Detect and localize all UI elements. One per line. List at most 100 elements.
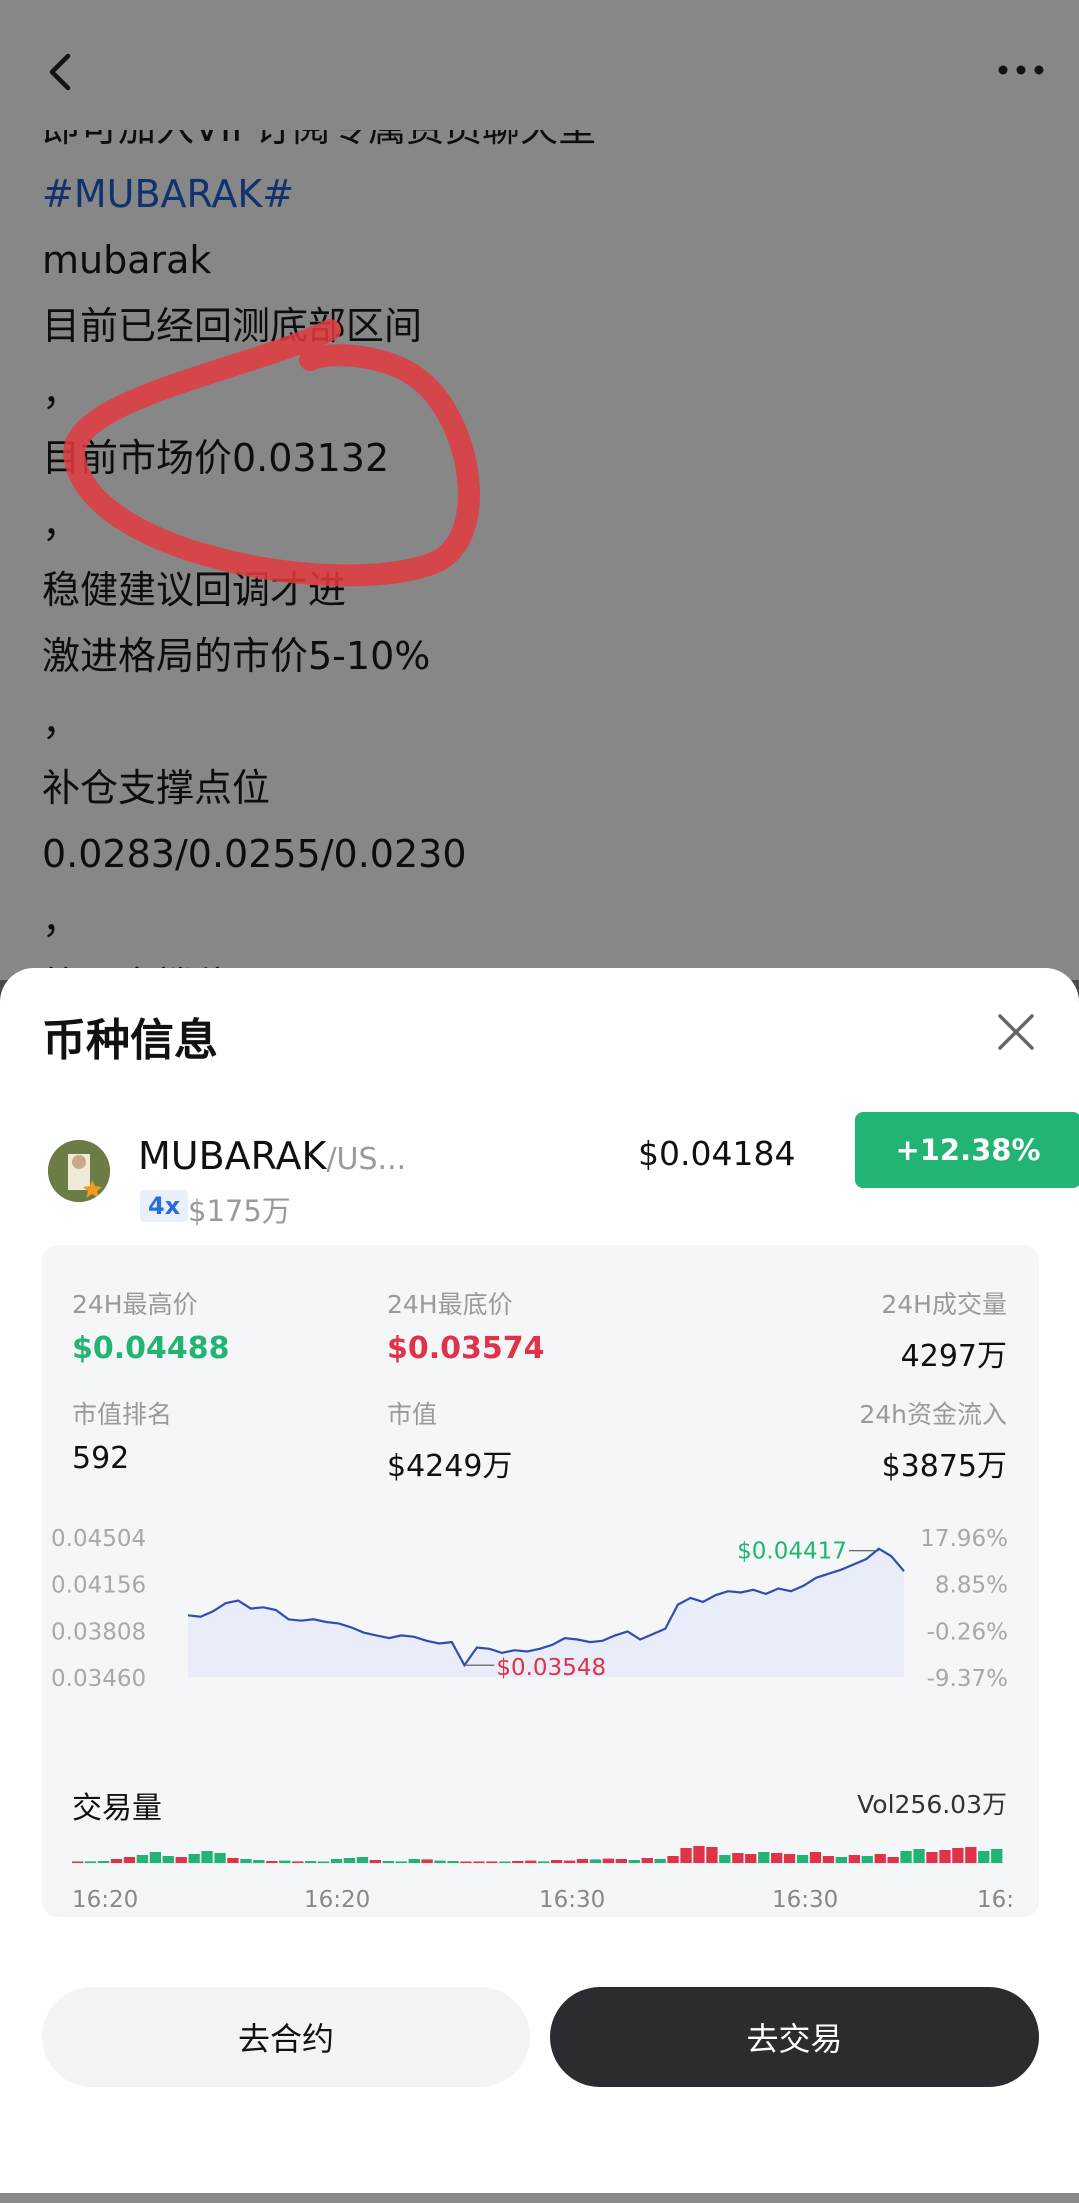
volume-bar	[887, 1857, 899, 1863]
coin-logo-icon	[48, 1140, 110, 1202]
x-tick-label: 16:	[977, 1887, 1014, 1913]
volume-bar	[848, 1855, 860, 1863]
volume-bar	[732, 1853, 744, 1863]
volume-bar	[201, 1851, 213, 1863]
stat-24h-high: 24H最高价 $0.04488	[72, 1290, 230, 1366]
volume-bar	[654, 1859, 666, 1863]
volume-bar	[408, 1859, 420, 1863]
volume-bar	[771, 1853, 783, 1863]
stat-24h-inflow: 24h资金流入 $3875万	[859, 1400, 1007, 1484]
volume-bar	[136, 1855, 148, 1863]
volume-bar	[745, 1854, 757, 1863]
volume-bar	[188, 1854, 200, 1863]
volume-bar	[550, 1860, 563, 1863]
x-tick-label: 16:20	[72, 1887, 138, 1913]
max-price-label: $0.04417	[737, 1539, 847, 1565]
volume-bar	[939, 1850, 951, 1863]
volume-bar	[123, 1857, 136, 1863]
volume-bar	[84, 1861, 97, 1863]
volume-bar	[822, 1856, 835, 1863]
volume-bar	[486, 1861, 498, 1863]
volume-bar	[926, 1852, 938, 1863]
volume-bar	[434, 1860, 446, 1863]
volume-bar	[356, 1857, 369, 1863]
volume-bar	[913, 1849, 925, 1863]
coin-avatar	[48, 1140, 110, 1202]
volume-bar	[512, 1861, 524, 1863]
volume-bar	[641, 1858, 653, 1863]
stat-24h-volume: 24H成交量 4297万	[881, 1290, 1007, 1374]
volume-bar	[292, 1861, 304, 1863]
sheet-title: 币种信息	[42, 1015, 218, 1066]
volume-bar	[783, 1854, 796, 1863]
volume-bar	[758, 1852, 770, 1863]
min-price-label: $0.03548	[496, 1655, 606, 1681]
volume-bar	[667, 1856, 679, 1863]
y-tick-label-right: -0.26%	[927, 1619, 1008, 1645]
y-tick-label-right: -9.37%	[927, 1666, 1008, 1692]
volume-bar	[240, 1859, 252, 1863]
leverage-badge: 4x	[140, 1190, 189, 1222]
y-tick-label: 0.03808	[51, 1619, 146, 1645]
volume-bar	[72, 1861, 84, 1863]
volume-bar	[266, 1861, 278, 1863]
volume-bar	[343, 1858, 356, 1863]
coin-info-sheet: 币种信息 MUBARAK/US... 4x $175万 $0.04184 +12…	[0, 968, 1079, 2193]
y-tick-label-right: 17.96%	[920, 1526, 1008, 1552]
coin-price: $0.04184	[638, 1134, 796, 1173]
volume-bar	[162, 1856, 174, 1863]
stat-24h-low: 24H最底价 $0.03574	[387, 1290, 545, 1366]
go-contract-button[interactable]: 去合约	[42, 1987, 530, 2087]
volume-bar	[861, 1856, 873, 1863]
volume-bar	[473, 1861, 485, 1863]
volume-bar	[874, 1854, 886, 1863]
price-change-badge: +12.38%	[855, 1112, 1079, 1188]
market-cap-small: $175万	[188, 1194, 291, 1228]
volume-bar	[693, 1846, 705, 1863]
x-tick-label: 16:30	[539, 1887, 605, 1913]
volume-bar	[149, 1852, 161, 1863]
close-icon[interactable]	[994, 1010, 1038, 1054]
volume-bar	[706, 1847, 718, 1863]
volume-bar	[589, 1859, 602, 1863]
x-tick-label: 16:30	[772, 1887, 838, 1913]
volume-bar	[900, 1851, 912, 1863]
volume-bar	[227, 1858, 239, 1863]
volume-bar	[214, 1853, 226, 1863]
go-trade-button[interactable]: 去交易	[550, 1987, 1039, 2087]
volume-bar	[952, 1848, 964, 1863]
volume-bar	[305, 1861, 317, 1863]
volume-bar	[719, 1855, 731, 1863]
coin-name: MUBARAK/US...	[138, 1134, 407, 1178]
stat-market-rank: 市值排名 592	[72, 1400, 173, 1476]
volume-bar	[421, 1859, 433, 1863]
volume-bar	[382, 1861, 394, 1863]
volume-bar	[576, 1859, 589, 1863]
y-tick-label: 0.04156	[51, 1573, 146, 1599]
volume-bar	[563, 1860, 576, 1863]
volume-total: Vol256.03万	[857, 1790, 1007, 1819]
volume-bar	[978, 1851, 990, 1863]
bottom-strip	[0, 2193, 1079, 2203]
volume-bar	[525, 1860, 537, 1863]
volume-bar	[809, 1852, 822, 1863]
volume-bar	[110, 1859, 123, 1863]
volume-bar	[279, 1860, 291, 1863]
volume-bar	[796, 1855, 809, 1863]
stats-card: 24H最高价 $0.04488 24H最底价 $0.03574 24H成交量 4…	[42, 1245, 1039, 1917]
volume-bar	[991, 1849, 1003, 1863]
volume-bar	[175, 1857, 187, 1863]
volume-bar	[253, 1860, 265, 1863]
coin-header: MUBARAK/US... 4x $175万 $0.04184 +12.38%	[42, 1112, 1079, 1228]
price-chart: 0.04504 0.04156 0.03808 0.03460 17.96% 8.85% -…	[51, 1526, 1008, 1692]
stat-market-cap: 市值 $4249万	[387, 1400, 513, 1484]
volume-bar	[395, 1861, 407, 1863]
volume-bar	[460, 1861, 472, 1863]
volume-bar	[602, 1858, 614, 1863]
volume-title: 交易量	[72, 1791, 162, 1826]
volume-bar	[499, 1861, 511, 1863]
y-tick-label-right: 8.85%	[935, 1573, 1008, 1599]
volume-chart: 16:20 16:20 16:30 16:30 16:	[72, 1846, 1014, 1913]
volume-bar	[447, 1861, 459, 1863]
volume-bar	[680, 1848, 692, 1863]
